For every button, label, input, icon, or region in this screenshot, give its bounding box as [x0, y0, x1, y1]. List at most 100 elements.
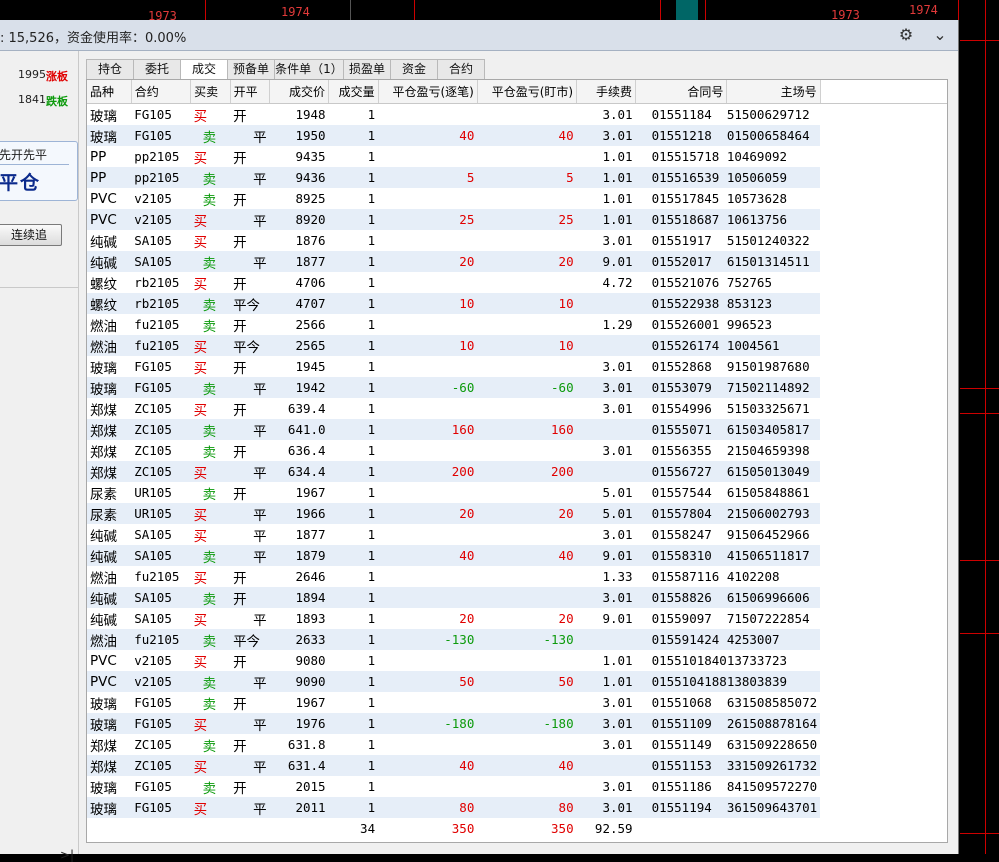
- table-row[interactable]: PVC v2105 买 开 9080 1 1.01 0155101840 13733723: [87, 650, 947, 671]
- table-row[interactable]: PP pp2105 卖平 9436 1 5 5 1.01 015516539 10506059: [87, 167, 947, 188]
- table-row[interactable]: 燃油 fu2105 买平今 2565 1 10 10 015526174 1004561: [87, 335, 947, 356]
- column-header[interactable]: 合同号: [635, 80, 728, 104]
- chase-button[interactable]: 连续追: [0, 224, 62, 246]
- cell-pnl2: 50: [477, 671, 577, 692]
- cell-vol: 1: [328, 503, 379, 524]
- cell-contract: 01557804: [635, 503, 727, 524]
- cell-oc: 开: [233, 444, 247, 461]
- table-row[interactable]: 尿素 UR105 卖开 1967 1 5.01 01557544 61505848861: [87, 482, 947, 503]
- column-header[interactable]: 成交量: [328, 80, 379, 104]
- cell-contract: 01551109: [635, 713, 727, 734]
- table-row[interactable]: 玻璃 FG105 卖开 1967 1 3.01 01551068 631508585072: [87, 692, 947, 713]
- table-row[interactable]: 纯碱 SA105 卖开 1894 1 3.01 01558826 61506996606: [87, 587, 947, 608]
- table-row[interactable]: 纯碱 SA105 卖平 1877 1 20 20 9.01 01552017 6150131451…: [87, 251, 947, 272]
- table-row[interactable]: 玻璃 FG105 买 开 1945 1 3.01 01552868 91501987680: [87, 356, 947, 377]
- trades-table: 品种 合约 买卖 开平 成交价 成交量 平仓盈亏(逐笔) 平仓盈亏(盯市) 手续费 合同号 主场号 …: [87, 80, 947, 839]
- row-filler: [820, 440, 947, 461]
- table-row[interactable]: 郑煤 ZC105 卖开 631.8 1 3.01 01551149 631509228650: [87, 734, 947, 755]
- row-filler: [820, 314, 947, 335]
- column-header[interactable]: 主场号: [726, 80, 821, 104]
- table-row[interactable]: 纯碱 SA105 买 平 1893 1 20 20 9.01 01559097 7150722285…: [87, 608, 947, 629]
- cell-main: 21504659398: [726, 443, 810, 458]
- table-row[interactable]: PVC v2105 买平 8920 1 25 25 1.01 015518687 10613756: [87, 209, 947, 230]
- table-row[interactable]: 纯碱 SA105 卖平 1879 1 40 40 9.01 01558310 4150651181…: [87, 545, 947, 566]
- column-header[interactable]: 平仓盈亏(逐笔): [378, 80, 478, 104]
- tab-5[interactable]: 损盈单: [343, 59, 391, 79]
- table-row[interactable]: PVC v2105 卖开 8925 1 1.01 015517845 10573628: [87, 188, 947, 209]
- row-filler: [820, 146, 947, 167]
- cell-code: ZC105: [134, 443, 172, 458]
- column-header[interactable]: 手续费: [576, 80, 637, 104]
- table-row[interactable]: PP pp2105 买 开 9435 1 1.01 015515718 10469092: [87, 146, 947, 167]
- table-row[interactable]: 纯碱 SA105 买 平 1877 1 3.01 01558247 91506452966: [87, 524, 947, 545]
- row-filler: [820, 356, 947, 377]
- table-row[interactable]: 螺纹 rb2105 卖平今 4707 1 10 10 015522938 853123: [87, 293, 947, 314]
- cell-name: PVC: [87, 671, 132, 692]
- cell-code: UR105: [134, 485, 172, 500]
- table-row[interactable]: 郑煤 ZC105 买 开 639.4 1 3.01 01554996 51503325671: [87, 398, 947, 419]
- chevron-down-icon[interactable]: ⌄: [930, 25, 950, 45]
- cell-fee: [576, 629, 636, 650]
- cell-vol: 1: [328, 209, 379, 230]
- row-filler: [820, 629, 947, 650]
- row-filler: [820, 125, 947, 146]
- tab-0[interactable]: 持仓: [86, 59, 134, 79]
- tab-4[interactable]: 条件单（1）: [274, 59, 344, 79]
- cell-side: 买: [190, 461, 231, 482]
- table-row[interactable]: 玻璃 FG105 卖平 1950 1 40 40 3.01 01551218 0150065846…: [87, 125, 947, 146]
- column-header[interactable]: 买卖: [190, 80, 231, 104]
- table-row[interactable]: 玻璃 FG105 卖开 2015 1 3.01 01551186 841509572270: [87, 776, 947, 797]
- tab-7[interactable]: 合约: [437, 59, 485, 79]
- gear-icon[interactable]: ⚙: [896, 25, 916, 45]
- expand-right-icon[interactable]: >|: [60, 848, 74, 862]
- row-filler: [820, 734, 947, 755]
- row-filler: [820, 230, 947, 251]
- column-header[interactable]: 平仓盈亏(盯市): [477, 80, 578, 104]
- cell-side: 卖: [190, 671, 231, 692]
- table-row[interactable]: 螺纹 rb2105 买 开 4706 1 4.72 015521076 752765: [87, 272, 947, 293]
- table-row[interactable]: 燃油 fu2105 买 开 2646 1 1.33 015587116 4102208: [87, 566, 947, 587]
- column-header[interactable]: 成交价: [269, 80, 330, 104]
- tab-2[interactable]: 成交: [180, 59, 228, 80]
- tab-3[interactable]: 预备单: [227, 59, 275, 79]
- column-header[interactable]: 开平: [230, 80, 271, 104]
- cell-main: 261508878164: [726, 713, 821, 734]
- table-row[interactable]: 郑煤 ZC105 买平 634.4 1 200 200 01556727 61505013049: [87, 461, 947, 482]
- cell-contract: 01551153: [635, 755, 727, 776]
- close-position-button[interactable]: 先开先平 平仓: [0, 141, 78, 201]
- order-panel: 1995 涨板 1841 跌板 先开先平 平仓 连续追 >|: [0, 51, 79, 862]
- table-row[interactable]: 玻璃 FG105 买平 2011 1 80 80 3.01 01551194 3615096437…: [87, 797, 947, 818]
- row-filler: [820, 293, 947, 314]
- table-row[interactable]: 郑煤 ZC105 买平 631.4 1 40 40 01551153 331509261732: [87, 755, 947, 776]
- table-row[interactable]: 郑煤 ZC105 卖开 636.4 1 3.01 01556355 21504659398: [87, 440, 947, 461]
- cell-vol: 1: [367, 779, 376, 794]
- table-row[interactable]: 郑煤 ZC105 卖平 641.0 1 160 160 01555071 61503405817: [87, 419, 947, 440]
- cell-contract: 015591424: [635, 629, 727, 650]
- row-filler: [820, 713, 947, 734]
- tab-1[interactable]: 委托: [133, 59, 181, 79]
- column-header[interactable]: 品种: [87, 80, 132, 104]
- cell-code: v2105: [134, 653, 172, 668]
- table-row[interactable]: 燃油 fu2105 卖开 2566 1 1.29 015526001 996523: [87, 314, 947, 335]
- table-row[interactable]: 玻璃 FG105 买平 1976 1 -180 -180 3.01 01551109 261508…: [87, 713, 947, 734]
- tab-6[interactable]: 资金: [390, 59, 438, 79]
- cell-pnl2: [477, 104, 576, 126]
- table-row[interactable]: PVC v2105 卖平 9090 1 50 50 1.01 0155104188 1380383…: [87, 671, 947, 692]
- column-header[interactable]: 合约: [131, 80, 192, 104]
- cell-side: 卖: [190, 377, 231, 398]
- table-row[interactable]: 尿素 UR105 买平 1966 1 20 20 5.01 01557804 2150600279…: [87, 503, 947, 524]
- table-row[interactable]: 玻璃 FG105 卖平 1942 1 -60 -60 3.01 01553079 71502114…: [87, 377, 947, 398]
- table-row[interactable]: 燃油 fu2105 卖平今 2633 1 -130 -130 015591424 4253007: [87, 629, 947, 650]
- cell-code: fu2105: [131, 335, 191, 356]
- cell-price: 1877: [269, 251, 329, 272]
- cell-contract: 01558826: [635, 587, 727, 608]
- cell-main: 1004561: [726, 335, 821, 356]
- chart-grid-line: [414, 0, 415, 20]
- cell-oc: 开: [233, 570, 247, 587]
- table-row[interactable]: 纯碱 SA105 买 开 1876 1 3.01 01551917 51501240322: [87, 230, 947, 251]
- cell-vol: 1: [367, 611, 376, 626]
- table-row[interactable]: 玻璃 FG105 买 开 1948 1 3.01 01551184 51500629712: [87, 103, 947, 126]
- summary-row: 34 350 350 92.59: [87, 818, 947, 839]
- cell-code: FG105: [134, 359, 172, 374]
- cell-vol: 1: [328, 713, 379, 734]
